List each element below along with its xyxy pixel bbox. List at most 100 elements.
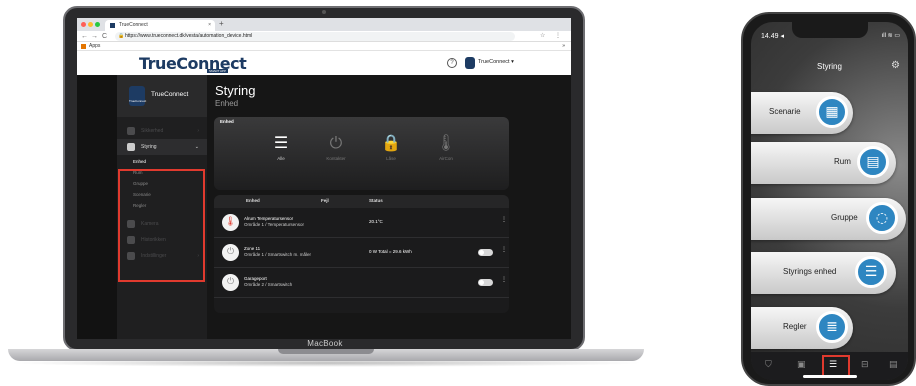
phone-button-rum[interactable]: Rum ▤	[751, 142, 896, 184]
brand-logo: TrueConnect	[129, 86, 146, 106]
page-title: Styring	[215, 83, 256, 98]
user-avatar[interactable]	[465, 57, 475, 69]
device-table: Enhed Fejl Status 🌡 Alrum Temperatursens…	[214, 195, 509, 313]
bookmarks-more[interactable]: »	[562, 42, 565, 51]
sidebar-subitem-enhed[interactable]: Enhed	[117, 156, 207, 167]
sidebar-item-styring[interactable]: Styring ⌄	[117, 139, 207, 155]
device-status: 0 W Total = 29.6 kWh	[369, 249, 412, 254]
power-icon: ⏻	[329, 133, 343, 152]
device-type-label: Låse	[386, 156, 396, 161]
bookmark-apps[interactable]: Apps	[89, 43, 100, 49]
close-window-button[interactable]	[81, 22, 86, 27]
tab-close-icon[interactable]: ×	[208, 20, 211, 31]
forward-button[interactable]: →	[91, 32, 98, 41]
trueconnect-page: TrueConnect SMART APP ? TrueConnect ▾ Tr…	[77, 51, 571, 339]
device-type-label: AirCon	[439, 156, 453, 161]
scene-icon: ▦	[816, 96, 848, 128]
laptop-camera	[322, 10, 326, 14]
laptop-notch	[278, 349, 374, 354]
new-tab-button[interactable]: +	[219, 19, 224, 28]
device-type-kontakter[interactable]: ⏻ Kontakter	[316, 133, 356, 161]
phone-button-label: Scenarie	[769, 107, 801, 116]
logo[interactable]: TrueConnect	[139, 54, 247, 73]
phone-button-regler[interactable]: Regler ≣	[751, 307, 853, 349]
phone-button-scenarie[interactable]: Scenarie ▦	[751, 92, 853, 134]
more-icon[interactable]: ⋮	[501, 246, 507, 253]
phone-button-label: Rum	[834, 157, 851, 166]
device-type-label: Alle	[277, 156, 285, 161]
power-icon: ⏻	[222, 244, 239, 261]
thermometer-icon: 🌡	[222, 214, 239, 231]
apps-icon	[81, 44, 86, 49]
rules-icon: ≣	[816, 311, 848, 343]
phone-button-styrings-enhed[interactable]: Styrings enhed ☰	[751, 252, 896, 294]
status-time: 14.49 ◂	[761, 33, 784, 40]
browser-toolbar-icons[interactable]: ☆ ⋮	[540, 32, 565, 41]
site-header: TrueConnect SMART APP ? TrueConnect ▾	[77, 51, 571, 75]
tab-security-icon[interactable]: ⛉	[765, 360, 772, 370]
more-icon[interactable]: ⋮	[501, 276, 507, 283]
device-type-panel: Enhed ☰ Alle ⏻ Kontakter 🔒 Låse 🌡 AirCon	[214, 117, 509, 190]
table-header: Enhed Fejl Status	[214, 195, 509, 208]
home-indicator	[803, 375, 857, 378]
address-bar-row: ← → C 🔒 https://www.trueconnect.dk/vesta…	[77, 31, 571, 42]
phone-button-gruppe[interactable]: Gruppe ◌	[751, 198, 906, 240]
zoom-window-button[interactable]	[95, 22, 100, 27]
device-type-laase[interactable]: 🔒 Låse	[371, 133, 411, 161]
phone-button-label: Styrings enhed	[783, 267, 837, 276]
phone-screen: 14.49 ◂ ıll ≋ ▭ Styring ⚙ Scenarie ▦ Rum…	[751, 22, 908, 380]
logo-tagline: SMART APP	[207, 69, 229, 73]
phone-title: Styring	[817, 62, 842, 71]
laptop-screen: TrueConnect × + ← → C 🔒 https://www.true…	[77, 18, 571, 339]
back-button[interactable]: ←	[81, 32, 88, 41]
tab-camera-icon[interactable]: ▣	[797, 360, 806, 370]
group-icon: ◌	[866, 202, 898, 234]
lock-icon: 🔒	[118, 33, 125, 39]
power-icon: ⏻	[222, 274, 239, 291]
favicon-icon	[110, 23, 115, 28]
highlight-box	[118, 169, 205, 282]
device-type-label: Kontakter	[326, 156, 346, 161]
table-row[interactable]: 🌡 Alrum Temperatursensor Område 1 / Temp…	[214, 208, 509, 238]
column-header[interactable]: Enhed	[246, 198, 260, 203]
column-header[interactable]: Status	[369, 198, 383, 203]
status-icons: ıll ≋ ▭	[881, 33, 900, 39]
user-menu[interactable]: TrueConnect ▾	[478, 59, 514, 65]
stage: TrueConnect × + ← → C 🔒 https://www.true…	[0, 0, 916, 386]
shield-icon	[127, 127, 135, 135]
tab-history-icon[interactable]: ⊟	[861, 360, 869, 370]
phone-button-label: Gruppe	[831, 213, 858, 222]
brand-name: TrueConnect	[151, 91, 189, 98]
tab-settings-icon[interactable]: ▤	[889, 360, 898, 370]
minimize-window-button[interactable]	[88, 22, 93, 27]
device-status: 20.1°C	[369, 219, 383, 224]
chevron-down-icon: ⌄	[194, 144, 199, 150]
sidebar-item-sikkerhed[interactable]: Sikkerhed ›	[117, 123, 207, 139]
device-toggle[interactable]	[478, 279, 493, 286]
table-row[interactable]: ⏻ Garageport Område 2 / Smartswitch ⋮	[214, 268, 509, 298]
phone-button-label: Regler	[783, 322, 807, 331]
reload-button[interactable]: C	[102, 32, 107, 41]
column-header[interactable]: Fejl	[321, 198, 329, 203]
thermometer-icon: 🌡	[435, 133, 457, 152]
main-content: Styring Enhed Enhed ☰ Alle ⏻ Kontakter 🔒…	[207, 75, 571, 339]
gear-icon[interactable]: ⚙	[891, 60, 900, 71]
bookmarks-bar: Apps »	[77, 42, 571, 51]
sidebar-brand: TrueConnect TrueConnect	[117, 75, 207, 117]
sliders-icon: ☰	[273, 133, 289, 152]
url-input[interactable]: 🔒 https://www.trueconnect.dk/vesta/autom…	[115, 32, 515, 41]
device-type-alle[interactable]: ☰ Alle	[261, 133, 301, 161]
help-icon[interactable]: ?	[447, 58, 457, 68]
table-row[interactable]: ⏻ Zone 11 Område 1 / Smartswitch m. måle…	[214, 238, 509, 268]
sidebar-item-label: Styring	[141, 144, 157, 150]
sidebar-item-label: Sikkerhed	[141, 128, 164, 134]
browser-tab[interactable]: TrueConnect ×	[105, 20, 215, 31]
browser-tabbar: TrueConnect × +	[77, 18, 571, 31]
more-icon[interactable]: ⋮	[501, 216, 507, 223]
lock-icon: 🔒	[381, 133, 401, 152]
page-subtitle: Enhed	[215, 99, 239, 108]
device-toggle[interactable]	[478, 249, 493, 256]
tab-title: TrueConnect	[119, 22, 148, 28]
device-location: Område 1 / Temperatursensor	[244, 222, 304, 227]
device-type-aircon[interactable]: 🌡 AirCon	[426, 133, 466, 161]
